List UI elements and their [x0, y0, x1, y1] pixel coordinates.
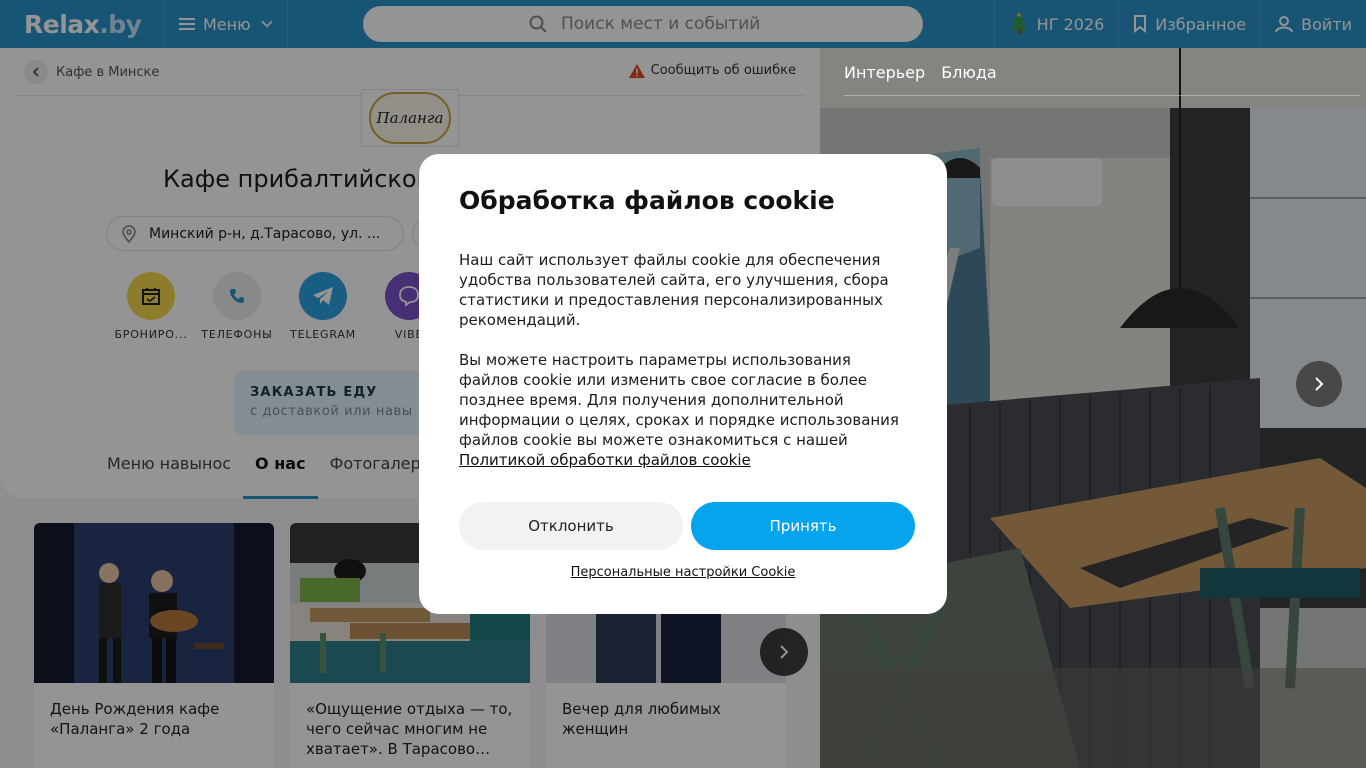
cookie-dialog: Обработка файлов cookie Наш сайт использ… — [419, 154, 947, 614]
chevron-right-icon — [1315, 377, 1324, 391]
cookie-settings-link[interactable]: Персональные настройки Cookie — [419, 565, 947, 580]
tab-dishes[interactable]: Блюда — [941, 63, 997, 82]
photo-next-button[interactable] — [1296, 361, 1342, 407]
cookie-text-1: Наш сайт использует файлы cookie для обе… — [459, 251, 889, 329]
cookie-policy-link[interactable]: Политикой обработки файлов cookie — [459, 451, 751, 469]
cookie-text-2: Вы можете настроить параметры использова… — [459, 351, 899, 469]
photo-tabs: Интерьер Блюда — [844, 63, 1013, 82]
tab-interior[interactable]: Интерьер — [844, 63, 925, 82]
accept-button[interactable]: Принять — [691, 502, 915, 550]
cookie-title: Обработка файлов cookie — [459, 186, 835, 215]
decline-button[interactable]: Отклонить — [459, 502, 683, 550]
divider — [844, 95, 1360, 96]
